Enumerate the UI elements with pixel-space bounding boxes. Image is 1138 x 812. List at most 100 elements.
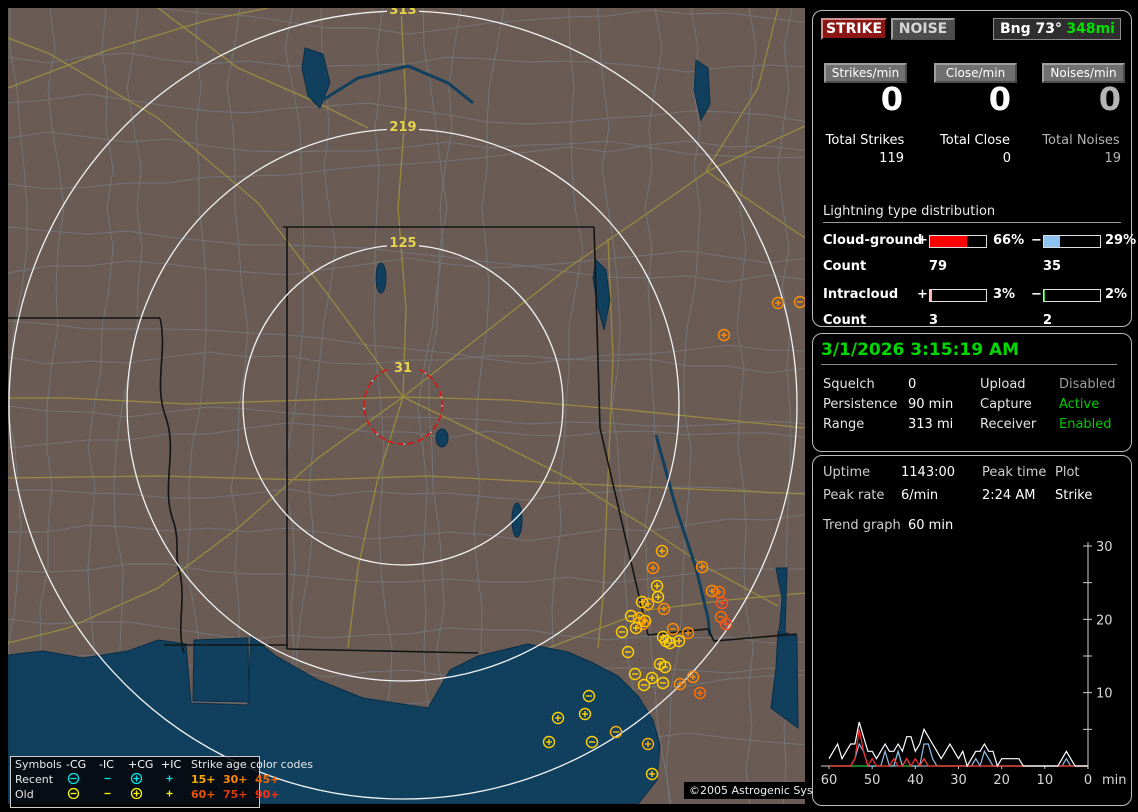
cg-minus-bar <box>1043 235 1101 248</box>
persistence-value: 90 min <box>908 397 954 412</box>
capture-label: Capture <box>980 397 1032 412</box>
range-label: Range <box>823 417 865 432</box>
upload-status: Disabled <box>1059 377 1116 392</box>
trend-series-total <box>828 721 1088 768</box>
ic-count-label: Count <box>823 313 867 328</box>
legend-col-nic: -IC <box>99 758 114 771</box>
total-close-label: Total Close <box>940 133 1010 148</box>
age-code-75+: 75+ <box>223 788 248 801</box>
y-tick-label: 30 <box>1096 540 1113 555</box>
peak-rate-label: Peak rate <box>823 488 885 503</box>
minus-icon <box>104 792 111 795</box>
ic-minus-bar <box>1043 289 1101 302</box>
intracloud-label: Intracloud <box>823 287 899 302</box>
trend-graph-value: 60 min <box>908 518 954 533</box>
cg-minus-sign: − <box>1031 233 1042 248</box>
x-tick-label: 30 <box>950 773 967 788</box>
legend-header-row: Symbols -CG -IC +CG +IC Strike age color… <box>11 757 313 772</box>
total-strikes-value: 119 <box>879 151 904 166</box>
legend-recent-label: Recent <box>15 773 54 786</box>
bearing-value: Bng 73° <box>1000 21 1063 37</box>
trend-series-+CG <box>829 729 1088 768</box>
legend-old-row: Old 60+ 75+ 90+ <box>11 787 280 802</box>
cg-minus-count: 35 <box>1043 259 1062 274</box>
cg-plus-count: 79 <box>929 259 948 274</box>
legend-col-pcg: +CG <box>128 758 154 771</box>
plus-icon <box>166 790 173 797</box>
close-per-min-value: 0 <box>988 80 1011 118</box>
trend-graph-chart: 10 20 30 60 50 40 30 20 10 0 min <box>821 540 1127 788</box>
squelch-label: Squelch <box>823 377 875 392</box>
age-code-15+: 15+ <box>191 773 216 786</box>
ring-label-31: 31 <box>394 361 412 376</box>
x-tick-label: 10 <box>1037 773 1054 788</box>
upload-label: Upload <box>980 377 1026 392</box>
ring-label-219: 219 <box>389 120 416 135</box>
trend-panel: Uptime 1143:00 Peak time Plot Peak rate … <box>812 455 1132 806</box>
map-canvas[interactable]: 313 219 125 31 Symbols -CG -IC +CG +IC Stri… <box>8 8 846 808</box>
ic-plus-pct: 3% <box>993 287 1016 302</box>
legend-col-pic: +IC <box>161 758 182 771</box>
cg-count-label: Count <box>823 259 867 274</box>
age-code-60+: 60+ <box>191 788 216 801</box>
cg-plus-bar <box>929 235 987 248</box>
minus-circle-icon <box>67 787 80 800</box>
x-tick-label: 60 <box>821 773 838 788</box>
legend-age-title: Strike age color codes <box>191 758 313 771</box>
x-axis-unit: min <box>1102 773 1127 788</box>
ic-minus-sign: − <box>1031 287 1042 302</box>
cg-plus-pct: 66% <box>993 233 1025 248</box>
ring-label-313: 313 <box>389 8 416 18</box>
plot-label: Plot <box>1055 465 1080 480</box>
receiver-status: Enabled <box>1059 417 1112 432</box>
y-tick-label: 20 <box>1096 613 1113 628</box>
datetime-display: 3/1/2026 3:15:19 AM <box>821 340 1117 365</box>
minus-circle-icon <box>67 772 80 785</box>
ic-plus-bar <box>929 289 987 302</box>
total-noises-value: 19 <box>1104 151 1121 166</box>
ic-plus-count: 3 <box>929 313 939 328</box>
persistence-label: Persistence <box>823 397 898 412</box>
cloud-ground-label: Cloud-ground <box>823 233 923 248</box>
bearing-display: Bng 73° 348mi <box>993 18 1121 40</box>
strike-mode-button[interactable]: STRIKE <box>821 18 887 40</box>
ic-minus-pct: 2% <box>1105 287 1128 302</box>
plus-circle-icon <box>130 787 143 800</box>
legend-old-label: Old <box>15 788 34 801</box>
plus-icon <box>166 775 173 782</box>
uptime-label: Uptime <box>823 465 871 480</box>
status-panel: 3/1/2026 3:15:19 AM Squelch 0 Persistenc… <box>812 333 1132 452</box>
total-strikes-label: Total Strikes <box>825 133 905 148</box>
x-tick-label: 50 <box>864 773 881 788</box>
peak-rate-value: 6/min <box>901 488 939 503</box>
cg-minus-pct: 29% <box>1105 233 1137 248</box>
age-code-90+: 90+ <box>255 788 280 801</box>
noises-per-min-value: 0 <box>1098 80 1121 118</box>
plus-circle-icon <box>130 772 143 785</box>
legend-recent-row: Recent 15+ 30+ 45+ <box>11 772 280 787</box>
trend-series--CG <box>829 742 1088 768</box>
trend-graph-label: Trend graph <box>823 518 901 533</box>
legend-symbols-label: Symbols <box>15 758 62 771</box>
minus-icon <box>104 777 111 780</box>
lightning-map[interactable]: 313 219 125 31 <box>8 8 805 804</box>
cg-plus-sign: + <box>917 233 928 248</box>
map-legend: Symbols -CG -IC +CG +IC Strike age color… <box>10 756 313 808</box>
total-noises-label: Total Noises <box>1042 133 1120 148</box>
strike-stats-panel: STRIKE NOISE Bng 73° 348mi Strikes/min C… <box>812 10 1136 328</box>
x-tick-label: 40 <box>907 773 924 788</box>
ring-label-125: 125 <box>389 236 416 251</box>
squelch-value: 0 <box>908 377 917 392</box>
age-code-45+: 45+ <box>255 773 280 786</box>
age-code-30+: 30+ <box>223 773 248 786</box>
noise-mode-button[interactable]: NOISE <box>891 18 955 40</box>
range-value: 313 mi <box>908 417 954 432</box>
total-close-value: 0 <box>1002 151 1011 166</box>
x-tick-label: 0 <box>1084 773 1092 788</box>
peak-time-value: 2:24 AM <box>982 488 1036 503</box>
peak-time-label: Peak time <box>982 465 1047 480</box>
app-window: { "header": { "strike_btn": "STRIKE", "n… <box>0 0 1138 812</box>
capture-status: Active <box>1059 397 1100 412</box>
y-tick-label: 10 <box>1096 687 1113 702</box>
ic-minus-count: 2 <box>1043 313 1053 328</box>
